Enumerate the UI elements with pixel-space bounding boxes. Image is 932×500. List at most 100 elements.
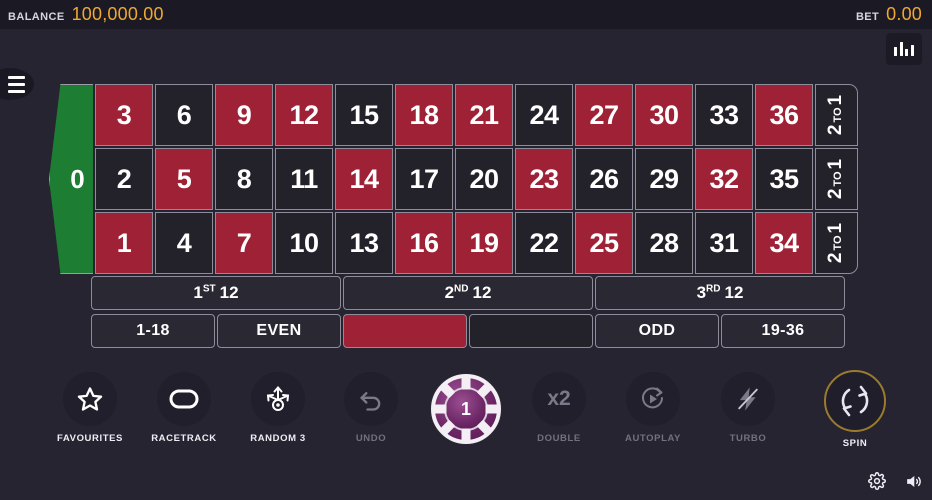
bet-1-18[interactable]: 1-18 [91,314,215,348]
double-button[interactable]: x2 DOUBLE [511,372,607,444]
bet-dozen-3[interactable]: 3RD 12 [595,276,845,310]
x2-icon: x2 [547,387,571,410]
bet-number-8[interactable]: 8 [215,148,273,210]
bet-number-33[interactable]: 33 [695,84,753,146]
undo-button[interactable]: UNDO [323,372,419,444]
bet-number-12[interactable]: 12 [275,84,333,146]
favourites-button[interactable]: FAVOURITES [42,372,138,444]
bet-number-1[interactable]: 1 [95,212,153,274]
number-cells: 3 6 9 12 15 18 21 24 27 30 33 36 2 5 8 11 14 17 20 23 26 29 3… [95,84,813,274]
bet-label: BET [855,11,880,23]
racetrack-button[interactable]: RACETRACK [136,372,232,444]
bet-number-11[interactable]: 11 [275,148,333,210]
numbers-grid: 0 3 6 9 12 15 18 21 24 27 30 33 36 2 5 8 11 14 17 20 23 26 2… [0,84,932,274]
number-row-top: 3 6 9 12 15 18 21 24 27 30 33 36 [95,84,813,146]
top-header-bar: BALANCE 100,000.00 BET 0.00 [0,0,932,29]
dozen-bets-row: 1ST 12 2ND 12 3RD 12 [91,276,932,310]
bet-number-31[interactable]: 31 [695,212,753,274]
bet-number-2[interactable]: 2 [95,148,153,210]
turbo-label: TURBO [729,433,767,444]
bet-color-red[interactable] [343,314,467,348]
bet-number-14[interactable]: 14 [335,148,393,210]
betting-table: 0 3 6 9 12 15 18 21 24 27 30 33 36 2 5 8 11 14 17 20 23 26 2… [0,84,932,348]
double-label: DOUBLE [537,433,581,444]
dozen-label: 1ST [193,283,216,302]
bet-number-13[interactable]: 13 [335,212,393,274]
bet-odd[interactable]: ODD [595,314,719,348]
bet-number-36[interactable]: 36 [755,84,813,146]
column-bet-label: 2 TO 1 [825,94,847,136]
sound-button[interactable] [902,470,924,492]
bet-value: 0.00 [886,4,922,24]
spin-label: SPIN [842,438,868,449]
bet-number-32[interactable]: 32 [695,148,753,210]
number-row-bottom: 1 4 7 10 13 16 19 22 25 28 31 34 [95,212,813,274]
bet-color-black[interactable] [469,314,593,348]
autoplay-button[interactable]: AUTOPLAY [605,372,701,444]
bet-number-10[interactable]: 10 [275,212,333,274]
random-arrows-icon [266,385,290,411]
outside-bets-row: 1-18 EVEN ODD 19-36 [91,314,932,348]
balance-label: BALANCE [8,11,65,23]
speaker-icon [906,475,921,487]
bet-number-22[interactable]: 22 [515,212,573,274]
bet-number-4[interactable]: 4 [155,212,213,274]
bet-number-3[interactable]: 3 [95,84,153,146]
bet-number-5[interactable]: 5 [155,148,213,210]
bet-number-18[interactable]: 18 [395,84,453,146]
bet-number-27[interactable]: 27 [575,84,633,146]
bet-number-34[interactable]: 34 [755,212,813,274]
column-bets: 2 TO 1 2 TO 1 2 TO 1 [815,84,858,274]
favourites-label: FAVOURITES [57,433,123,444]
turbo-button[interactable]: TURBO [700,372,796,444]
bet-number-35[interactable]: 35 [755,148,813,210]
bet-number-30[interactable]: 30 [635,84,693,146]
bet-number-25[interactable]: 25 [575,212,633,274]
column-bet-label: 2 TO 1 [825,222,847,264]
selected-chip[interactable]: 1 [431,374,501,444]
bet-number-19[interactable]: 19 [455,212,513,274]
balance-value: 100,000.00 [71,4,164,24]
bet-number-15[interactable]: 15 [335,84,393,146]
balance-display: BALANCE 100,000.00 [8,4,164,25]
bet-number-28[interactable]: 28 [635,212,693,274]
statistics-button[interactable] [886,33,922,65]
settings-button[interactable] [866,470,888,492]
bet-number-6[interactable]: 6 [155,84,213,146]
bet-zero[interactable]: 0 [49,84,93,274]
spin-button[interactable]: SPIN [807,370,903,449]
bet-column-top[interactable]: 2 TO 1 [815,84,858,146]
bet-19-36[interactable]: 19-36 [721,314,845,348]
bet-column-middle[interactable]: 2 TO 1 [815,148,858,210]
bet-even[interactable]: EVEN [217,314,341,348]
bet-number-24[interactable]: 24 [515,84,573,146]
dozen-count: 12 [472,283,492,302]
undo-arrow-icon [360,392,381,411]
roulette-game-screen: BALANCE 100,000.00 BET 0.00 0 3 6 9 12 15 18 2… [0,0,932,500]
bet-number-26[interactable]: 26 [575,148,633,210]
turbo-off-icon [737,387,759,411]
bet-dozen-2[interactable]: 2ND 12 [343,276,593,310]
spin-arrows-icon [841,385,869,417]
bet-number-16[interactable]: 16 [395,212,453,274]
random3-label: RANDOM 3 [250,433,306,444]
bar-chart-icon [894,47,898,56]
dozen-label: 2ND [444,283,469,302]
dozen-count: 12 [219,283,239,302]
bet-dozen-1[interactable]: 1ST 12 [91,276,341,310]
autoplay-label: AUTOPLAY [624,433,681,444]
bet-number-29[interactable]: 29 [635,148,693,210]
dozen-count: 12 [724,283,744,302]
bet-number-17[interactable]: 17 [395,148,453,210]
random3-button[interactable]: RANDOM 3 [230,372,326,444]
dozen-label: 3RD [696,283,721,302]
autoplay-icon [642,387,663,409]
bet-column-bottom[interactable]: 2 TO 1 [815,212,858,274]
bet-number-23[interactable]: 23 [515,148,573,210]
bet-number-9[interactable]: 9 [215,84,273,146]
bet-number-21[interactable]: 21 [455,84,513,146]
star-icon [77,387,103,411]
footer-controls [866,470,924,492]
bet-number-7[interactable]: 7 [215,212,273,274]
bet-number-20[interactable]: 20 [455,148,513,210]
